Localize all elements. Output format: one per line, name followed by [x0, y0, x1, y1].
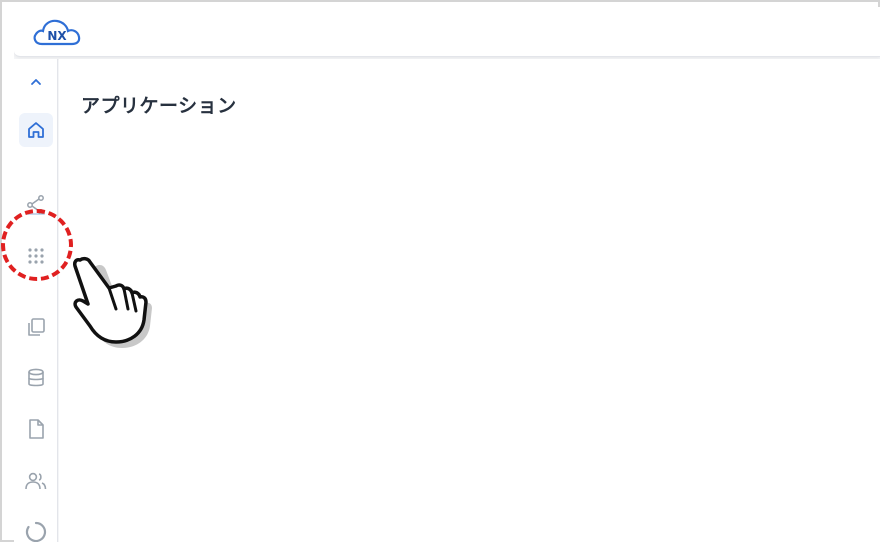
page-title: アプリケーション	[81, 95, 237, 117]
app-window: NX アプリケーション	[14, 7, 880, 542]
share-icon	[27, 195, 44, 214]
sidebar-item-database[interactable]	[19, 361, 53, 395]
logo-text: NX	[47, 29, 67, 43]
main-content: アプリケーション	[59, 59, 880, 542]
sidebar-item-users[interactable]	[19, 464, 53, 498]
sidebar-item-loading[interactable]	[19, 515, 53, 542]
document-icon	[29, 419, 44, 439]
chevron-up-icon	[31, 79, 41, 85]
database-icon	[28, 368, 44, 387]
sidebar-item-document[interactable]	[19, 412, 53, 446]
home-icon	[28, 122, 44, 138]
users-icon	[25, 472, 47, 490]
grid-icon	[28, 248, 44, 264]
copy-icon	[28, 318, 45, 336]
sidebar-collapse-button[interactable]	[19, 65, 53, 99]
sidebar-item-copy[interactable]	[19, 310, 53, 344]
sidebar	[14, 59, 58, 542]
nx-logo[interactable]: NX	[32, 17, 82, 49]
top-header: NX	[14, 7, 880, 57]
spinner-icon	[25, 521, 47, 542]
sidebar-item-share[interactable]	[19, 187, 53, 221]
sidebar-item-home[interactable]	[19, 113, 53, 147]
cloud-logo-icon: NX	[33, 19, 81, 46]
sidebar-item-apps[interactable]	[19, 239, 53, 273]
